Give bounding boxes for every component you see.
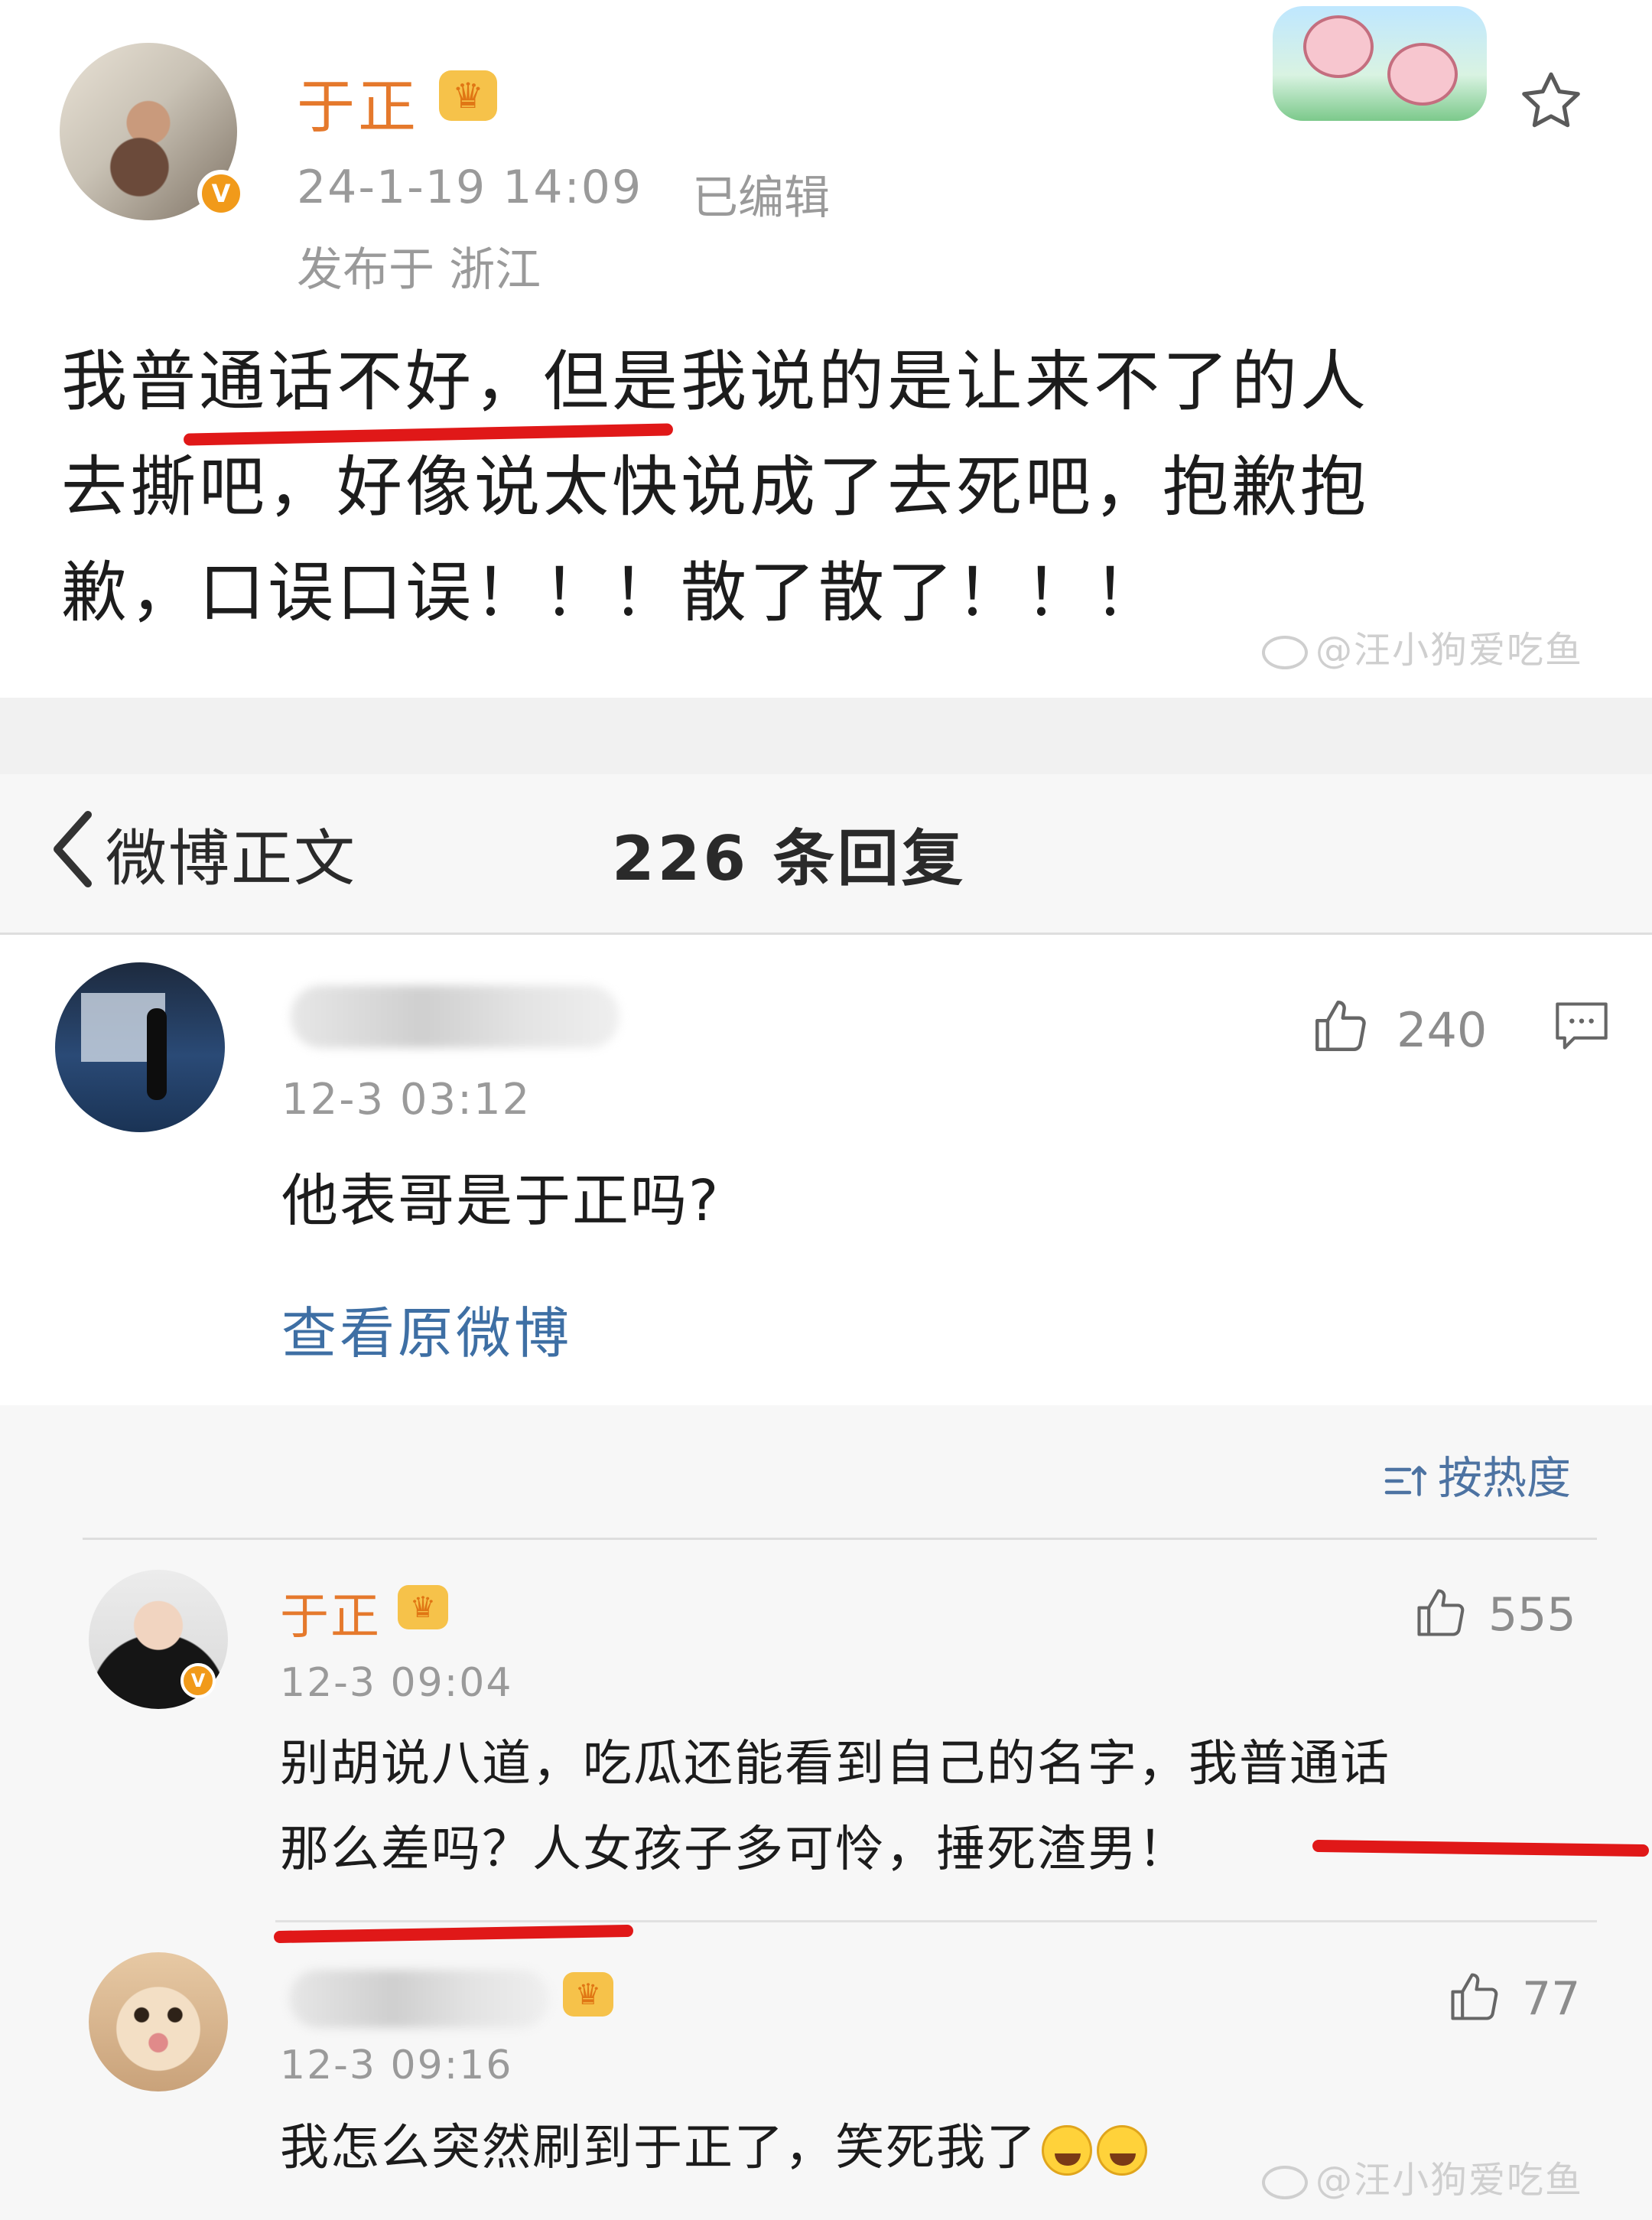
laughing-emoji-icon — [1097, 2125, 1147, 2176]
comment-text: 他表哥是于正吗? — [281, 1168, 720, 1234]
thumbs-up-icon[interactable] — [1309, 994, 1372, 1057]
like-count: 240 — [1397, 1002, 1488, 1058]
reply-timestamp: 12-3 09:16 — [280, 2043, 513, 2088]
view-original-link[interactable]: 查看原微博 — [281, 1288, 572, 1369]
edited-label: 已编辑 — [692, 171, 830, 225]
sort-icon — [1384, 1466, 1427, 1496]
commenter-avatar[interactable] — [55, 962, 225, 1132]
crown-icon: ♛ — [439, 70, 497, 121]
back-chevron-icon[interactable] — [46, 807, 99, 891]
verified-icon: V — [180, 1663, 216, 1698]
post-line: 我普通话不好，但是我说的是让来不了的人 — [61, 343, 1369, 420]
post-timestamp: 24-1-19 14:09 — [297, 161, 643, 214]
post-body: 我普通话不好，但是我说的是让来不了的人 去撕吧，好像说太快说成了去死吧，抱歉抱 … — [61, 329, 1560, 646]
post-author-name[interactable]: 于正 — [297, 60, 419, 144]
thumbs-up-icon[interactable] — [1412, 1584, 1470, 1642]
post-location: 发布于 浙江 — [297, 243, 541, 297]
like-count: 555 — [1488, 1588, 1576, 1642]
laughing-emoji-icon — [1042, 2125, 1092, 2176]
sort-toggle[interactable]: 按热度 — [1383, 1442, 1571, 1506]
reply-author-name[interactable]: 于正 — [280, 1577, 381, 1648]
reply-text: 别胡说八道，吃瓜还能看到自己的名字，我普通话 那么差吗？人女孩子多可怜，捶死渣男… — [280, 1721, 1595, 1893]
divider — [275, 1920, 1597, 1922]
comment-icon[interactable] — [1553, 999, 1611, 1053]
sort-label: 按热度 — [1438, 1452, 1572, 1504]
page-title: 226 条回复 — [612, 823, 966, 894]
watermark: @汪小狗爱吃鱼 — [1262, 620, 1583, 673]
reply-line: 别胡说八道，吃瓜还能看到自己的名字，我普通话 — [280, 1736, 1390, 1792]
reply-line: 我怎么突然刷到于正了，笑死我了 — [280, 2120, 1037, 2176]
divider — [83, 1538, 1597, 1540]
weibo-logo-icon — [1262, 2166, 1308, 2199]
weibo-logo-icon — [1262, 636, 1308, 669]
reply-timestamp: 12-3 09:04 — [280, 1660, 513, 1706]
blurred-username — [291, 985, 620, 1048]
star-icon[interactable] — [1514, 66, 1588, 139]
section-gap — [0, 698, 1652, 774]
verified-icon: V — [197, 170, 245, 217]
crown-icon: ♛ — [563, 1972, 613, 2017]
post-line: 去撕吧，好像说太快说成了去死吧，抱歉抱 — [61, 449, 1369, 526]
reply-avatar[interactable] — [89, 1952, 228, 2091]
blurred-username — [289, 1970, 549, 2028]
reply-text: 我怎么突然刷到于正了，笑死我了 — [280, 2105, 1147, 2191]
watermark-text: @汪小狗爱吃鱼 — [1315, 629, 1584, 672]
watermark-text: @汪小狗爱吃鱼 — [1315, 2159, 1584, 2202]
watermark: @汪小狗爱吃鱼 — [1262, 2150, 1583, 2203]
comment-timestamp: 12-3 03:12 — [281, 1075, 532, 1125]
crown-icon: ♛ — [398, 1585, 448, 1629]
back-button[interactable]: 微博正文 — [106, 809, 356, 898]
like-count: 77 — [1522, 1972, 1581, 2026]
thumbs-up-icon[interactable] — [1446, 1968, 1504, 2026]
sticker-decoration — [1273, 6, 1487, 121]
